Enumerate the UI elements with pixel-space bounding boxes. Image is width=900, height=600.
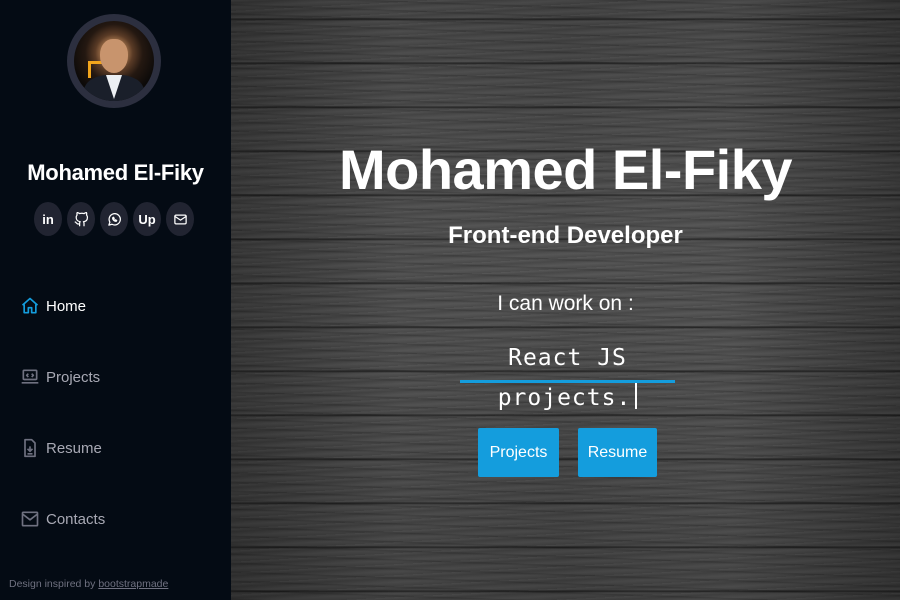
sidebar: Mohamed El-Fiky in Up Home Projects Resu… — [0, 0, 231, 600]
typing-cursor — [635, 383, 638, 409]
nav-item-resume[interactable]: Resume — [20, 432, 105, 464]
upwork-label: Up — [138, 211, 156, 227]
laptop-code-icon — [20, 367, 40, 387]
envelope-icon — [20, 509, 40, 529]
resume-button[interactable]: Resume — [578, 428, 657, 477]
typed-text-box: React JS projects. — [460, 338, 675, 411]
profile-name: Mohamed El-Fiky — [27, 160, 204, 185]
upwork-icon[interactable]: Up — [133, 202, 161, 236]
credit-link[interactable]: bootstrapmade — [98, 578, 168, 590]
hero-section: Mohamed El-Fiky Front-end Developer I ca… — [231, 0, 900, 600]
hero-title: Mohamed El-Fiky — [338, 138, 793, 201]
github-icon[interactable] — [67, 202, 95, 236]
avatar-frame — [67, 14, 161, 108]
nav-item-projects[interactable]: Projects — [20, 361, 105, 393]
main-nav: Home Projects Resume Contacts — [20, 290, 105, 574]
nav-item-contacts[interactable]: Contacts — [20, 503, 105, 535]
whatsapp-icon[interactable] — [100, 202, 128, 236]
nav-label-contacts: Contacts — [46, 510, 106, 528]
mail-icon[interactable] — [166, 202, 194, 236]
house-icon — [20, 296, 40, 316]
hero-lead: I can work on : — [497, 292, 634, 315]
footer-credit: Design inspired by bootstrapmade — [9, 578, 168, 590]
nav-item-home[interactable]: Home — [20, 290, 105, 322]
typed-text: React JS projects. — [497, 345, 632, 411]
social-links: in Up — [34, 202, 194, 236]
linkedin-icon[interactable]: in — [34, 202, 62, 236]
avatar — [74, 21, 154, 101]
file-download-icon — [20, 438, 40, 458]
linkedin-label: in — [42, 211, 54, 227]
nav-label-home: Home — [46, 297, 87, 315]
projects-button[interactable]: Projects — [478, 428, 559, 477]
nav-label-projects: Projects — [46, 368, 101, 386]
nav-label-resume: Resume — [46, 439, 102, 457]
hero-role: Front-end Developer — [448, 222, 683, 249]
credit-text: Design inspired by — [9, 578, 96, 590]
